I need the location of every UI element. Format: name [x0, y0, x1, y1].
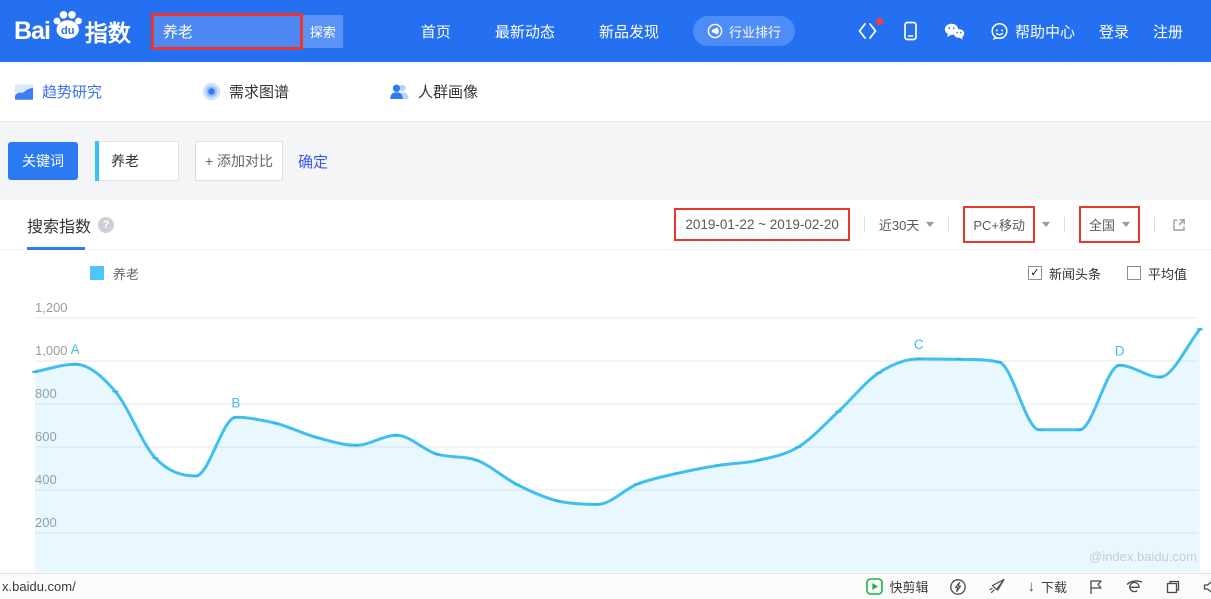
baidu-paw-icon: du: [51, 10, 84, 45]
trend-chart-icon: [14, 83, 34, 101]
main-nav: 首页 最新动态 新品发现: [421, 21, 659, 42]
tab-search-index[interactable]: 搜索指数: [27, 213, 114, 237]
industry-ranking-label: 行业排行: [729, 22, 781, 41]
tab-demand-map[interactable]: 需求图谱: [202, 81, 289, 102]
speaker-icon[interactable]: [1202, 579, 1211, 595]
nav-new-products[interactable]: 新品发现: [599, 21, 659, 42]
period-dropdown[interactable]: 近30天: [879, 215, 934, 234]
quick-clip-label: 快剪辑: [889, 577, 928, 596]
quick-clip-button[interactable]: 快剪辑: [866, 577, 928, 596]
svg-text:D: D: [1115, 343, 1125, 358]
download-arrow-icon: ↓: [1027, 578, 1035, 595]
region-dropdown[interactable]: 全国: [1079, 206, 1140, 243]
confirm-link[interactable]: 确定: [298, 151, 328, 172]
overlay-checkboxes: 新闻头条 平均值: [1028, 264, 1187, 283]
search-index-chart: 2004006008001,0001,200ABCD: [0, 296, 1211, 572]
average-value-label: 平均值: [1148, 264, 1187, 283]
status-icons: 快剪辑 ↓ 下载: [866, 577, 1211, 596]
quick-clip-icon: [866, 578, 883, 595]
news-headlines-label: 新闻头条: [1049, 264, 1101, 283]
divider: [1064, 217, 1065, 232]
login-link[interactable]: 登录: [1099, 21, 1129, 42]
help-center-label: 帮助中心: [1015, 21, 1075, 42]
register-link[interactable]: 注册: [1153, 21, 1183, 42]
keyword-button[interactable]: 关键词: [8, 142, 78, 180]
add-compare-button[interactable]: + 添加对比: [195, 141, 283, 181]
divider: [1154, 217, 1155, 232]
sub-navbar: 趋势研究 需求图谱 人群画像: [0, 62, 1211, 122]
help-chat-icon: [990, 22, 1009, 41]
rocket-icon[interactable]: [988, 578, 1006, 595]
restore-window-icon[interactable]: [1165, 579, 1181, 595]
industry-ranking-button[interactable]: 行业排行: [693, 16, 795, 46]
search-index-panel: 搜索指数 2019-01-22 ~ 2019-02-20 近30天 PC+移动 …: [0, 200, 1211, 573]
average-value-checkbox[interactable]: 平均值: [1127, 264, 1187, 283]
help-center-link[interactable]: 帮助中心: [990, 21, 1075, 42]
status-url: x.baidu.com/: [2, 579, 76, 594]
tab-demand-map-label: 需求图谱: [229, 81, 289, 102]
checkbox-checked-icon: [1028, 266, 1042, 280]
chart-area[interactable]: 2004006008001,0001,200ABCD @index.baidu.…: [0, 296, 1211, 572]
divider: [948, 217, 949, 232]
news-headlines-checkbox[interactable]: 新闻头条: [1028, 264, 1101, 283]
region-label: 全国: [1089, 215, 1115, 234]
device-dropdown[interactable]: PC+移动: [963, 206, 1050, 243]
tab-audience-profile[interactable]: 人群画像: [389, 81, 478, 102]
help-question-icon[interactable]: [98, 217, 114, 233]
checkbox-unchecked-icon: [1127, 266, 1141, 280]
chevron-down-icon: [1122, 222, 1130, 227]
tab-trend-research-label: 趋势研究: [42, 81, 102, 102]
radar-dot-icon: [202, 82, 221, 101]
panel-header: 搜索指数 2019-01-22 ~ 2019-02-20 近30天 PC+移动 …: [0, 200, 1211, 250]
search-input[interactable]: [151, 13, 303, 50]
period-label: 近30天: [879, 215, 919, 234]
svg-text:1,200: 1,200: [35, 300, 68, 315]
wechat-icon[interactable]: [943, 22, 966, 41]
svg-text:C: C: [914, 337, 924, 352]
browser-status-bar: x.baidu.com/ 快剪辑 ↓: [0, 573, 1211, 599]
svg-text:B: B: [231, 395, 240, 410]
ie-browser-icon[interactable]: [1125, 578, 1144, 595]
keyword-chip[interactable]: 养老: [95, 141, 179, 181]
speed-mode-icon[interactable]: [949, 578, 967, 596]
active-tab-underline: [27, 247, 85, 250]
chart-controls: 2019-01-22 ~ 2019-02-20 近30天 PC+移动 全国: [674, 206, 1187, 243]
tab-audience-profile-label: 人群画像: [418, 81, 478, 102]
nav-latest-news[interactable]: 最新动态: [495, 21, 555, 42]
watermark: @index.baidu.com: [1089, 549, 1197, 564]
baidu-index-page: { "navbar": { "logo": {"bai": "Bai", "du…: [0, 0, 1211, 599]
download-button[interactable]: ↓ 下载: [1027, 577, 1067, 596]
top-navbar: Bai du 指数 探索 首页 最新动态 新品发现: [0, 0, 1211, 62]
people-icon: [389, 83, 410, 100]
svg-text:A: A: [71, 342, 80, 357]
notification-dot: [876, 18, 883, 25]
logo-bai-text: Bai: [14, 17, 50, 46]
legend-label: 养老: [113, 264, 139, 283]
svg-text:1,000: 1,000: [35, 343, 68, 358]
api-code-icon[interactable]: [857, 22, 878, 40]
svg-text:du: du: [61, 25, 74, 37]
legend-swatch: [90, 266, 104, 280]
tab-trend-research[interactable]: 趋势研究: [14, 81, 102, 102]
date-range-picker[interactable]: 2019-01-22 ~ 2019-02-20: [674, 208, 850, 241]
divider: [864, 217, 865, 232]
baidu-index-logo[interactable]: Bai du 指数: [14, 10, 131, 53]
megaphone-icon: [707, 23, 723, 39]
search-area: 探索: [151, 13, 343, 50]
series-legend[interactable]: 养老: [90, 264, 139, 283]
external-link-icon[interactable]: [1171, 217, 1187, 233]
chevron-down-icon: [1042, 222, 1050, 227]
download-label: 下载: [1041, 577, 1067, 596]
legend-row: 养老 新闻头条 平均值: [0, 250, 1211, 296]
mobile-app-icon[interactable]: [902, 21, 919, 41]
tab-search-index-label: 搜索指数: [27, 213, 91, 237]
logo-suffix-text: 指数: [85, 14, 131, 48]
flag-icon[interactable]: [1088, 579, 1104, 595]
chevron-down-icon: [926, 222, 934, 227]
device-label: PC+移动: [963, 206, 1035, 243]
navbar-right: 帮助中心 登录 注册: [857, 21, 1183, 42]
search-button[interactable]: 探索: [303, 15, 343, 48]
nav-home[interactable]: 首页: [421, 21, 451, 42]
keyword-bar: 关键词 养老 + 添加对比 确定: [0, 122, 1211, 200]
